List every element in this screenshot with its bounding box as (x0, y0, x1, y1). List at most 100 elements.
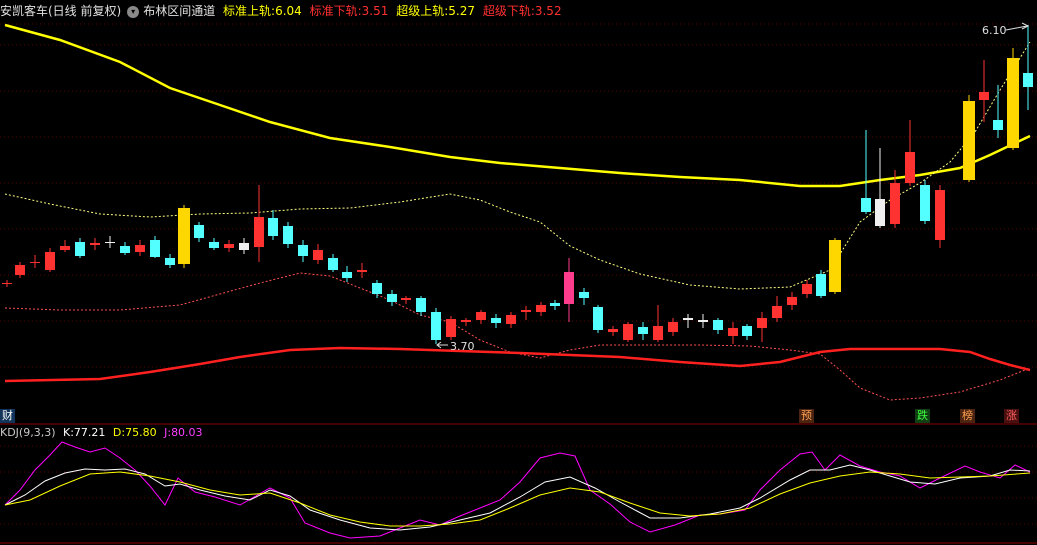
candle (593, 305, 603, 333)
candle (178, 205, 190, 268)
candle (875, 148, 885, 228)
candle-body (1007, 58, 1019, 148)
kdj-d-line (4, 471, 1031, 527)
candle-body (593, 307, 603, 330)
candle (1007, 48, 1019, 150)
kdj-d-label: D: (112, 426, 126, 439)
candle (135, 240, 145, 256)
candle-body (357, 270, 367, 272)
candle-body (536, 305, 546, 312)
candle-body (446, 319, 456, 337)
candle-body (683, 318, 693, 320)
candle-body (224, 244, 234, 248)
candle-body (476, 312, 486, 320)
marker-die[interactable]: 跌 (915, 409, 930, 423)
marker-zhang[interactable]: 涨 (1004, 409, 1019, 423)
candle (75, 238, 85, 258)
candle (313, 244, 323, 264)
candle-body (75, 242, 85, 256)
candle-body (461, 320, 471, 322)
candle-body (1023, 73, 1033, 87)
candle-body (491, 318, 501, 323)
candle-body (728, 328, 738, 336)
candle-body (45, 252, 55, 270)
candle-body (623, 324, 633, 340)
candle (491, 314, 501, 328)
candle (446, 316, 456, 340)
marker-bang[interactable]: 榜 (960, 409, 975, 423)
candle (920, 180, 930, 224)
candle (1023, 25, 1033, 110)
candle (698, 314, 708, 328)
candle (506, 312, 516, 328)
kdj-k-label: K: (63, 426, 74, 439)
kdj-header: KDJ(9,3,3) K:77.21 D:75.80 J:80.03 (0, 426, 207, 440)
candle-body (757, 318, 767, 328)
candlesticks (2, 25, 1033, 344)
candle (476, 310, 486, 324)
candle-body (979, 92, 989, 100)
candle-body (135, 245, 145, 252)
candle (861, 130, 871, 214)
candle (298, 240, 308, 262)
candle (713, 318, 723, 334)
ma-yellow-line (4, 23, 1031, 188)
candle (401, 296, 411, 304)
candle-body (372, 283, 382, 294)
candle-body (105, 242, 115, 243)
candle (416, 296, 426, 316)
candle (608, 326, 618, 336)
candle (829, 238, 841, 294)
candle-body (328, 258, 338, 270)
candle (120, 242, 130, 255)
candle-body (239, 243, 249, 250)
candle (757, 312, 767, 342)
candle (653, 305, 663, 342)
candle-body (401, 298, 411, 300)
candle-body (431, 312, 441, 340)
candle-body (521, 310, 531, 312)
candle (283, 222, 293, 248)
marker-cai[interactable]: 财 (0, 409, 15, 423)
candle (963, 95, 975, 182)
candle-body (963, 101, 975, 180)
candle-body (713, 320, 723, 330)
candle (802, 280, 812, 298)
lower-band-dotted (4, 272, 1031, 401)
candle (993, 85, 1003, 138)
marker-yu[interactable]: 预 (799, 409, 814, 423)
candle-body (387, 294, 397, 302)
candle (2, 280, 12, 287)
candle (90, 238, 100, 250)
candle-body (313, 250, 323, 260)
candle-body (194, 225, 204, 238)
candle-body (638, 327, 648, 334)
low-price-label: 3.70 (450, 340, 475, 353)
candle-body (787, 297, 797, 305)
candle-body (772, 306, 782, 318)
price-chart-canvas[interactable]: 6.10 3.70 (0, 0, 1037, 545)
candle-body (178, 208, 190, 264)
candle (342, 266, 352, 282)
candle (536, 302, 546, 316)
candle-body (890, 183, 900, 224)
candle-body (90, 243, 100, 245)
candle-body (698, 320, 708, 322)
candle (772, 296, 782, 322)
candle (728, 322, 738, 344)
candle-body (550, 303, 560, 306)
candle (935, 185, 945, 248)
candle-body (564, 272, 574, 304)
kdj-d-value: 75.80 (125, 426, 157, 439)
candle-body (2, 283, 12, 284)
candle-body (15, 265, 25, 275)
candle-body (608, 329, 618, 332)
candle (15, 262, 25, 278)
candle (461, 318, 471, 326)
candle (905, 120, 915, 186)
kdj-name[interactable]: KDJ(9,3,3) (0, 426, 56, 439)
candle-body (268, 218, 278, 236)
candle-body (816, 274, 826, 296)
candle-body (165, 258, 175, 265)
chart-grid (0, 23, 1037, 544)
